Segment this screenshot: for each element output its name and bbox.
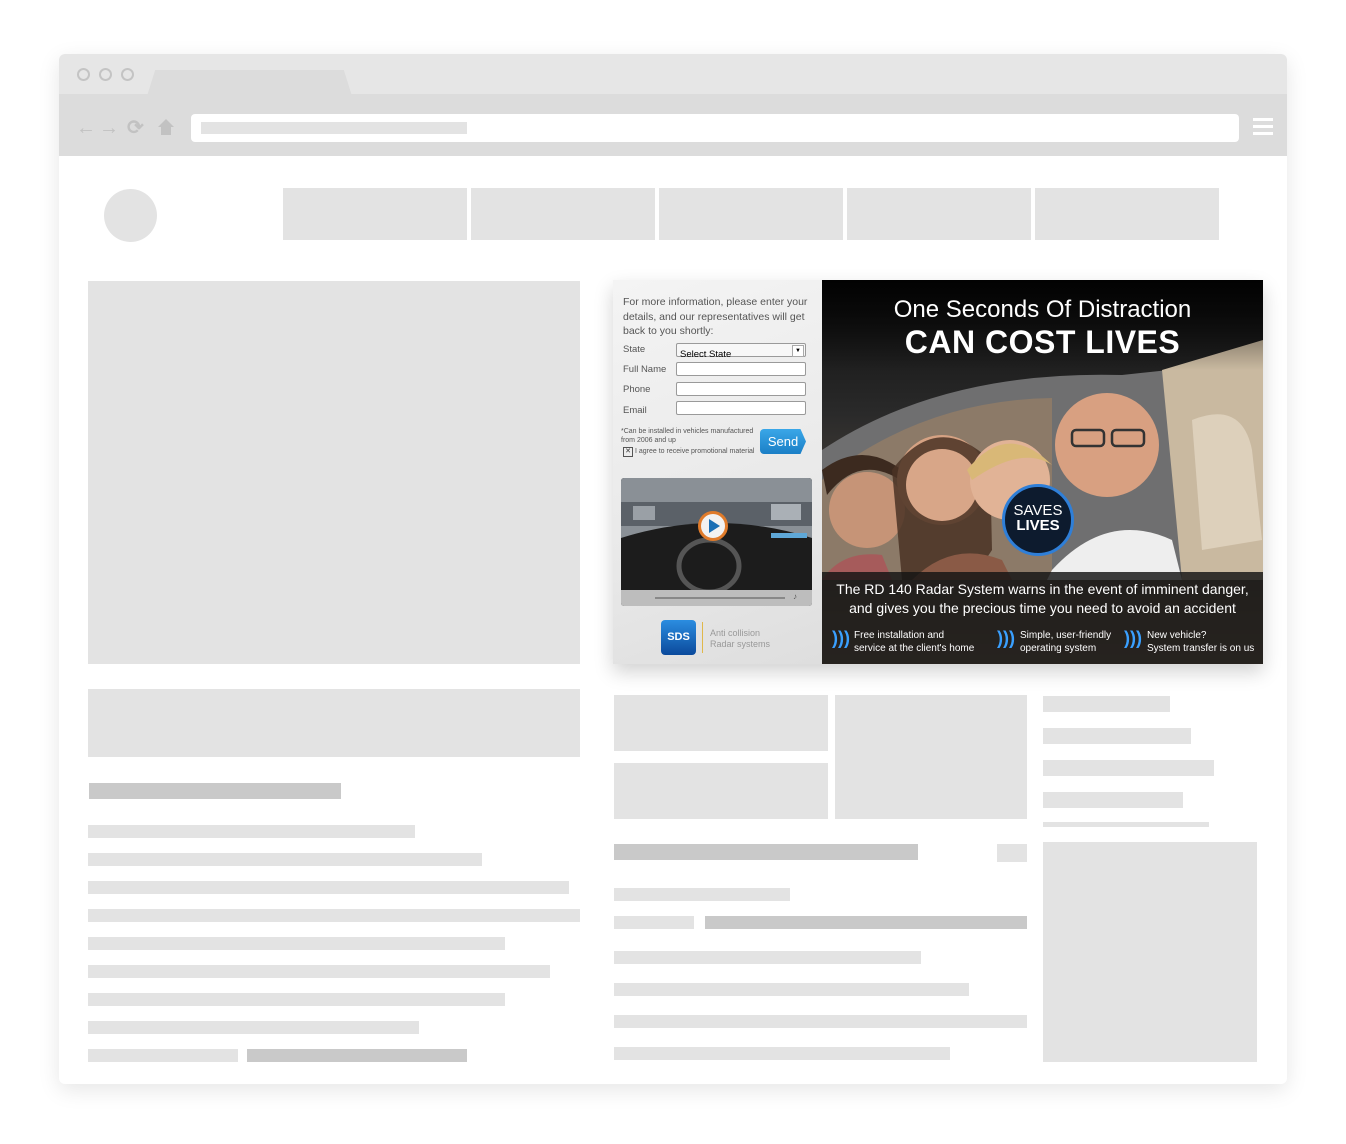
hero-image-placeholder: [88, 281, 580, 664]
feature-line2: System transfer is on us: [1147, 643, 1255, 654]
banner-placeholder: [88, 689, 580, 757]
site-logo-placeholder: [104, 189, 157, 242]
nav-item-placeholder[interactable]: [847, 188, 1031, 240]
window-minimize-dot[interactable]: [99, 68, 112, 81]
state-select-value: Select State: [680, 349, 732, 360]
phone-label: Phone: [623, 384, 651, 395]
brand-tagline-line1: Anti collision: [710, 628, 761, 638]
sidebar-line-placeholder: [1043, 822, 1209, 827]
banner-bottom-bar: The RD 140 Radar System warns in the eve…: [822, 572, 1263, 664]
signal-wave-icon: ))): [997, 628, 1015, 648]
feature-item: Free installation and service at the cli…: [854, 629, 974, 655]
play-button[interactable]: [698, 511, 728, 541]
agree-label: I agree to receive promotional material: [635, 448, 755, 455]
play-icon: [709, 519, 720, 533]
home-icon[interactable]: [157, 118, 175, 141]
email-input[interactable]: [676, 401, 806, 415]
state-label: State: [623, 344, 646, 355]
brand-tagline: Anti collision Radar systems: [710, 628, 770, 650]
headline-line1: One Seconds Of Distraction: [893, 296, 1192, 323]
link-placeholder[interactable]: [247, 1049, 467, 1062]
sds-logo: SDS: [661, 620, 696, 655]
volume-icon[interactable]: ♪: [793, 592, 797, 601]
comment-icon[interactable]: [997, 844, 1027, 862]
reload-icon[interactable]: ⟳: [127, 118, 144, 138]
text-line-placeholder: [88, 1049, 238, 1062]
banner-body-line1: The RD 140 Radar System warns in the eve…: [836, 581, 1249, 597]
nav-item-placeholder[interactable]: [659, 188, 843, 240]
text-line-placeholder: [614, 916, 694, 929]
menu-icon[interactable]: [1253, 118, 1273, 139]
fullname-label: Full Name: [623, 364, 667, 375]
feature-line2: service at the client's home: [854, 643, 975, 654]
nav-item-placeholder[interactable]: [471, 188, 655, 240]
video-player[interactable]: ♪: [621, 478, 812, 606]
window-maximize-dot[interactable]: [121, 68, 134, 81]
forward-arrow-icon[interactable]: →: [99, 118, 119, 138]
heading-placeholder: [89, 783, 341, 799]
email-label: Email: [623, 405, 647, 416]
card-placeholder: [614, 763, 828, 819]
text-line-placeholder: [88, 909, 580, 922]
browser-tab[interactable]: [147, 70, 352, 96]
agree-checkbox[interactable]: ✕: [623, 447, 633, 457]
feature-line1: Free installation and: [854, 630, 945, 641]
badge-line2: LIVES: [1016, 517, 1060, 534]
sidebar-line-placeholder: [1043, 760, 1214, 776]
saves-lives-badge: SAVES LIVES: [1002, 484, 1074, 556]
feature-line1: New vehicle?: [1147, 630, 1207, 641]
link-placeholder[interactable]: [705, 916, 1027, 929]
text-line-placeholder: [88, 881, 569, 894]
brand-tagline-line2: Radar systems: [710, 639, 771, 649]
text-line-placeholder: [88, 825, 415, 838]
text-line-placeholder: [88, 993, 505, 1006]
sidebar-ad-placeholder: [1043, 842, 1257, 1062]
sidebar-line-placeholder: [1043, 696, 1170, 712]
headline-line2: CAN COST LIVES: [904, 324, 1181, 360]
banner-body-line2: and gives you the precious time you need…: [849, 600, 1236, 616]
text-line-placeholder: [614, 888, 790, 901]
install-footnote: *Can be installed in vehicles manufactur…: [621, 428, 754, 444]
text-line-placeholder: [614, 1047, 950, 1060]
sidebar-line-placeholder: [1043, 728, 1191, 744]
card-placeholder: [614, 695, 828, 751]
heading-placeholder: [614, 844, 918, 860]
text-line-placeholder: [614, 1015, 1027, 1028]
nav-item-placeholder[interactable]: [1035, 188, 1219, 240]
signal-wave-icon: ))): [832, 628, 850, 648]
back-arrow-icon[interactable]: ←: [76, 118, 96, 138]
text-line-placeholder: [614, 983, 969, 996]
address-bar-placeholder: [201, 122, 467, 134]
signal-wave-icon: ))): [1124, 628, 1142, 648]
badge-line1: SAVES: [1013, 502, 1063, 519]
banner-photo: One Seconds Of Distraction CAN COST LIVE…: [822, 280, 1263, 664]
phone-input[interactable]: [676, 382, 806, 396]
fullname-input[interactable]: [676, 362, 806, 376]
image-placeholder: [835, 695, 1027, 819]
video-thumbnail: [621, 478, 812, 606]
window-close-dot[interactable]: [77, 68, 90, 81]
text-line-placeholder: [88, 853, 482, 866]
send-button[interactable]: Send: [760, 429, 806, 454]
text-line-placeholder: [88, 1021, 419, 1034]
chevron-down-icon[interactable]: ▼: [792, 345, 804, 357]
sidebar-line-placeholder: [1043, 792, 1183, 808]
feature-item: New vehicle? System transfer is on us: [1147, 629, 1254, 655]
feature-line1: Simple, user-friendly: [1020, 630, 1112, 641]
nav-item-placeholder[interactable]: [283, 188, 467, 240]
text-line-placeholder: [88, 965, 550, 978]
browser-window: ← → ⟳ For more information, please enter: [59, 54, 1287, 1084]
text-line-placeholder: [614, 951, 921, 964]
feature-item: Simple, user-friendly operating system: [1020, 629, 1111, 655]
lead-form-panel: For more information, please enter your …: [613, 280, 822, 664]
feature-line2: operating system: [1020, 643, 1097, 654]
form-intro-text: For more information, please enter your …: [623, 296, 808, 337]
text-line-placeholder: [88, 937, 505, 950]
logo-divider: [702, 622, 703, 653]
state-select[interactable]: Select State ▼: [676, 343, 806, 360]
advertisement: For more information, please enter your …: [613, 280, 1263, 664]
